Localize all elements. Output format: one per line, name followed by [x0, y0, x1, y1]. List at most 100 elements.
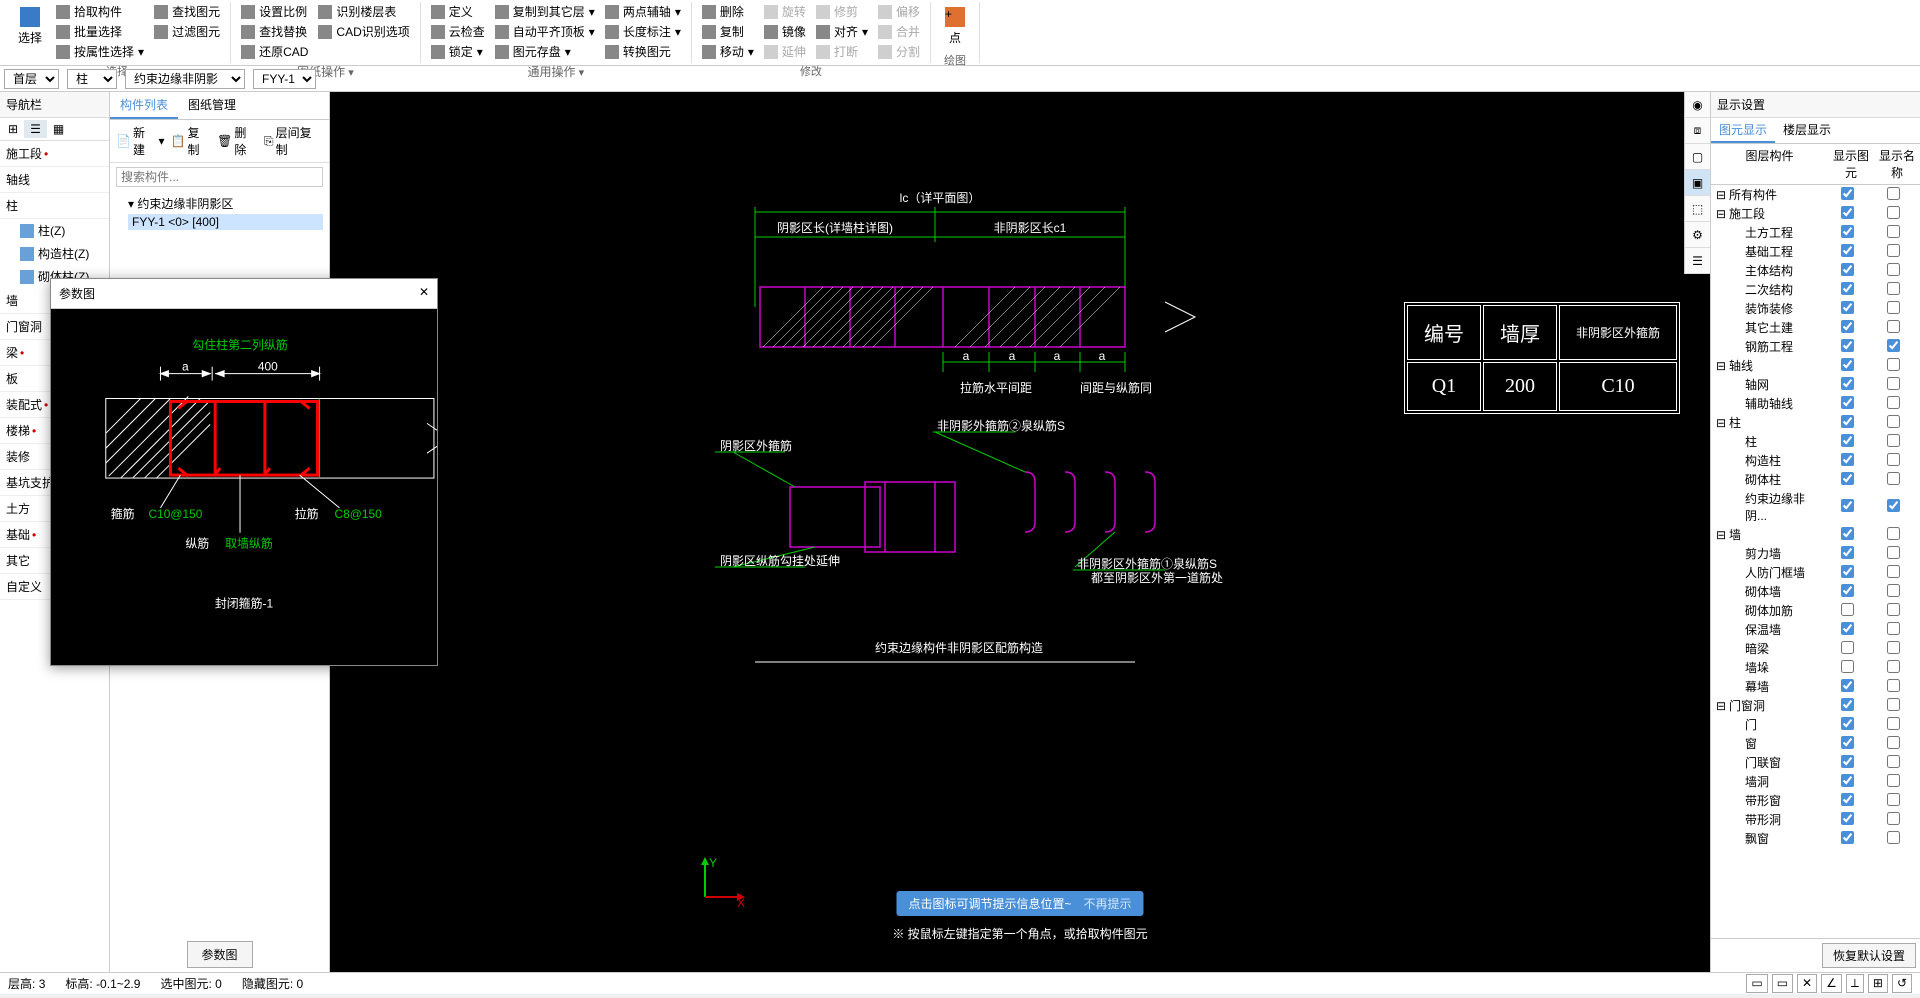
- cloud-check-button[interactable]: 云检查: [427, 22, 489, 41]
- show-name-checkbox[interactable]: [1887, 679, 1900, 692]
- set-scale-button[interactable]: 设置比例: [237, 2, 312, 21]
- show-elem-checkbox[interactable]: [1841, 546, 1854, 559]
- show-name-checkbox[interactable]: [1887, 603, 1900, 616]
- convert-elem-button[interactable]: 转换图元: [601, 42, 685, 61]
- layer-row[interactable]: 约束边缘非阴...: [1711, 489, 1920, 525]
- rotate-button[interactable]: 旋转: [760, 2, 810, 21]
- show-name-checkbox[interactable]: [1887, 660, 1900, 673]
- comp-delete-button[interactable]: 🗑删除: [217, 124, 258, 158]
- tool-gear-icon[interactable]: ⚙: [1685, 222, 1710, 248]
- sb-btn-7[interactable]: ↺: [1892, 974, 1912, 993]
- copy-button[interactable]: 复制: [698, 22, 758, 41]
- tool-3d-icon[interactable]: ◉: [1685, 92, 1710, 118]
- show-elem-checkbox[interactable]: [1841, 472, 1854, 485]
- show-elem-checkbox[interactable]: [1841, 660, 1854, 673]
- identify-layer-button[interactable]: 识别楼层表: [314, 2, 413, 21]
- layer-row[interactable]: ⊟施工段: [1711, 204, 1920, 223]
- show-elem-checkbox[interactable]: [1841, 187, 1854, 200]
- find-replace-button[interactable]: 查找替换: [237, 22, 312, 41]
- show-name-checkbox[interactable]: [1887, 641, 1900, 654]
- show-name-checkbox[interactable]: [1887, 187, 1900, 200]
- layer-row[interactable]: ⊟轴线: [1711, 356, 1920, 375]
- layer-row[interactable]: 土方工程: [1711, 223, 1920, 242]
- nav-item[interactable]: 构造柱(Z): [0, 242, 109, 265]
- show-name-checkbox[interactable]: [1887, 793, 1900, 806]
- trim-button[interactable]: 修剪: [812, 2, 872, 21]
- layer-row[interactable]: 幕墙: [1711, 677, 1920, 696]
- show-elem-checkbox[interactable]: [1841, 736, 1854, 749]
- tab-drawing-manage[interactable]: 图纸管理: [178, 92, 246, 119]
- layer-row[interactable]: 装饰装修: [1711, 299, 1920, 318]
- show-name-checkbox[interactable]: [1887, 565, 1900, 578]
- show-name-checkbox[interactable]: [1887, 339, 1900, 352]
- tab-component-list[interactable]: 构件列表: [110, 92, 178, 119]
- nav-section[interactable]: 施工段: [0, 141, 109, 167]
- lock-button[interactable]: 锁定 ▾: [427, 42, 489, 61]
- show-elem-checkbox[interactable]: [1841, 415, 1854, 428]
- layer-row[interactable]: 暗梁: [1711, 639, 1920, 658]
- sb-btn-6[interactable]: ⊞: [1868, 974, 1888, 993]
- show-elem-checkbox[interactable]: [1841, 793, 1854, 806]
- show-name-checkbox[interactable]: [1887, 396, 1900, 409]
- show-name-checkbox[interactable]: [1887, 812, 1900, 825]
- show-elem-checkbox[interactable]: [1841, 641, 1854, 654]
- component-search-input[interactable]: [116, 167, 323, 187]
- show-name-checkbox[interactable]: [1887, 244, 1900, 257]
- layer-row[interactable]: 剪力墙: [1711, 544, 1920, 563]
- show-elem-checkbox[interactable]: [1841, 812, 1854, 825]
- show-name-checkbox[interactable]: [1887, 453, 1900, 466]
- subcategory-select[interactable]: 约束边缘非阴影: [125, 69, 245, 89]
- show-elem-checkbox[interactable]: [1841, 263, 1854, 276]
- item-select[interactable]: FYY-1: [253, 69, 316, 89]
- pick-component-button[interactable]: 拾取构件: [52, 2, 148, 21]
- rp-tab-floor[interactable]: 楼层显示: [1775, 118, 1839, 143]
- move-button[interactable]: 移动 ▾: [698, 42, 758, 61]
- layer-row[interactable]: 砌体柱: [1711, 470, 1920, 489]
- show-name-checkbox[interactable]: [1887, 263, 1900, 276]
- sb-btn-1[interactable]: ▭: [1746, 974, 1767, 993]
- show-name-checkbox[interactable]: [1887, 499, 1900, 512]
- param-close-icon[interactable]: ✕: [419, 285, 429, 302]
- show-elem-checkbox[interactable]: [1841, 206, 1854, 219]
- restore-default-button[interactable]: 恢复默认设置: [1822, 943, 1916, 968]
- point-draw-button[interactable]: +点: [937, 2, 973, 50]
- align-button[interactable]: 对齐 ▾: [812, 22, 872, 41]
- show-name-checkbox[interactable]: [1887, 320, 1900, 333]
- delete-button[interactable]: 删除: [698, 2, 758, 21]
- show-elem-checkbox[interactable]: [1841, 244, 1854, 257]
- split-button[interactable]: 分割: [874, 42, 924, 61]
- auto-level-button[interactable]: 自动平齐顶板 ▾: [491, 22, 599, 41]
- batch-select-button[interactable]: 批量选择: [52, 22, 148, 41]
- two-point-aux-button[interactable]: 两点辅轴 ▾: [601, 2, 685, 21]
- comp-new-button[interactable]: 📄新建 ▾: [116, 124, 165, 158]
- show-elem-checkbox[interactable]: [1841, 453, 1854, 466]
- show-elem-checkbox[interactable]: [1841, 499, 1854, 512]
- nav-view-tab-3[interactable]: ▦: [47, 120, 70, 138]
- sb-btn-3[interactable]: ✕: [1797, 974, 1817, 993]
- tool-select-icon[interactable]: ⬚: [1685, 196, 1710, 222]
- layer-row[interactable]: 构造柱: [1711, 451, 1920, 470]
- find-elem-button[interactable]: 查找图元: [150, 2, 224, 21]
- layer-row[interactable]: 墙洞: [1711, 772, 1920, 791]
- show-elem-checkbox[interactable]: [1841, 358, 1854, 371]
- tool-list-icon[interactable]: ☰: [1685, 248, 1710, 274]
- layer-row[interactable]: 钢筋工程: [1711, 337, 1920, 356]
- show-name-checkbox[interactable]: [1887, 774, 1900, 787]
- tool-box-icon[interactable]: ▢: [1685, 144, 1710, 170]
- mirror-button[interactable]: 镜像: [760, 22, 810, 41]
- layer-row[interactable]: 砌体墙: [1711, 582, 1920, 601]
- sb-btn-2[interactable]: ▭: [1772, 974, 1793, 993]
- show-elem-checkbox[interactable]: [1841, 301, 1854, 314]
- show-elem-checkbox[interactable]: [1841, 282, 1854, 295]
- layer-row[interactable]: 带形窗: [1711, 791, 1920, 810]
- layer-row[interactable]: 柱: [1711, 432, 1920, 451]
- comp-layer-copy-button[interactable]: ⎘层间复制: [264, 124, 323, 158]
- layer-row[interactable]: 带形洞: [1711, 810, 1920, 829]
- show-elem-checkbox[interactable]: [1841, 527, 1854, 540]
- show-name-checkbox[interactable]: [1887, 415, 1900, 428]
- nav-section[interactable]: 柱: [0, 193, 109, 219]
- show-name-checkbox[interactable]: [1887, 622, 1900, 635]
- show-name-checkbox[interactable]: [1887, 301, 1900, 314]
- elem-save-button[interactable]: 图元存盘 ▾: [491, 42, 599, 61]
- drawing-canvas[interactable]: lc（详平面图） 阴影区长(详墙柱详图) 非阴影区长c1 a: [330, 92, 1710, 972]
